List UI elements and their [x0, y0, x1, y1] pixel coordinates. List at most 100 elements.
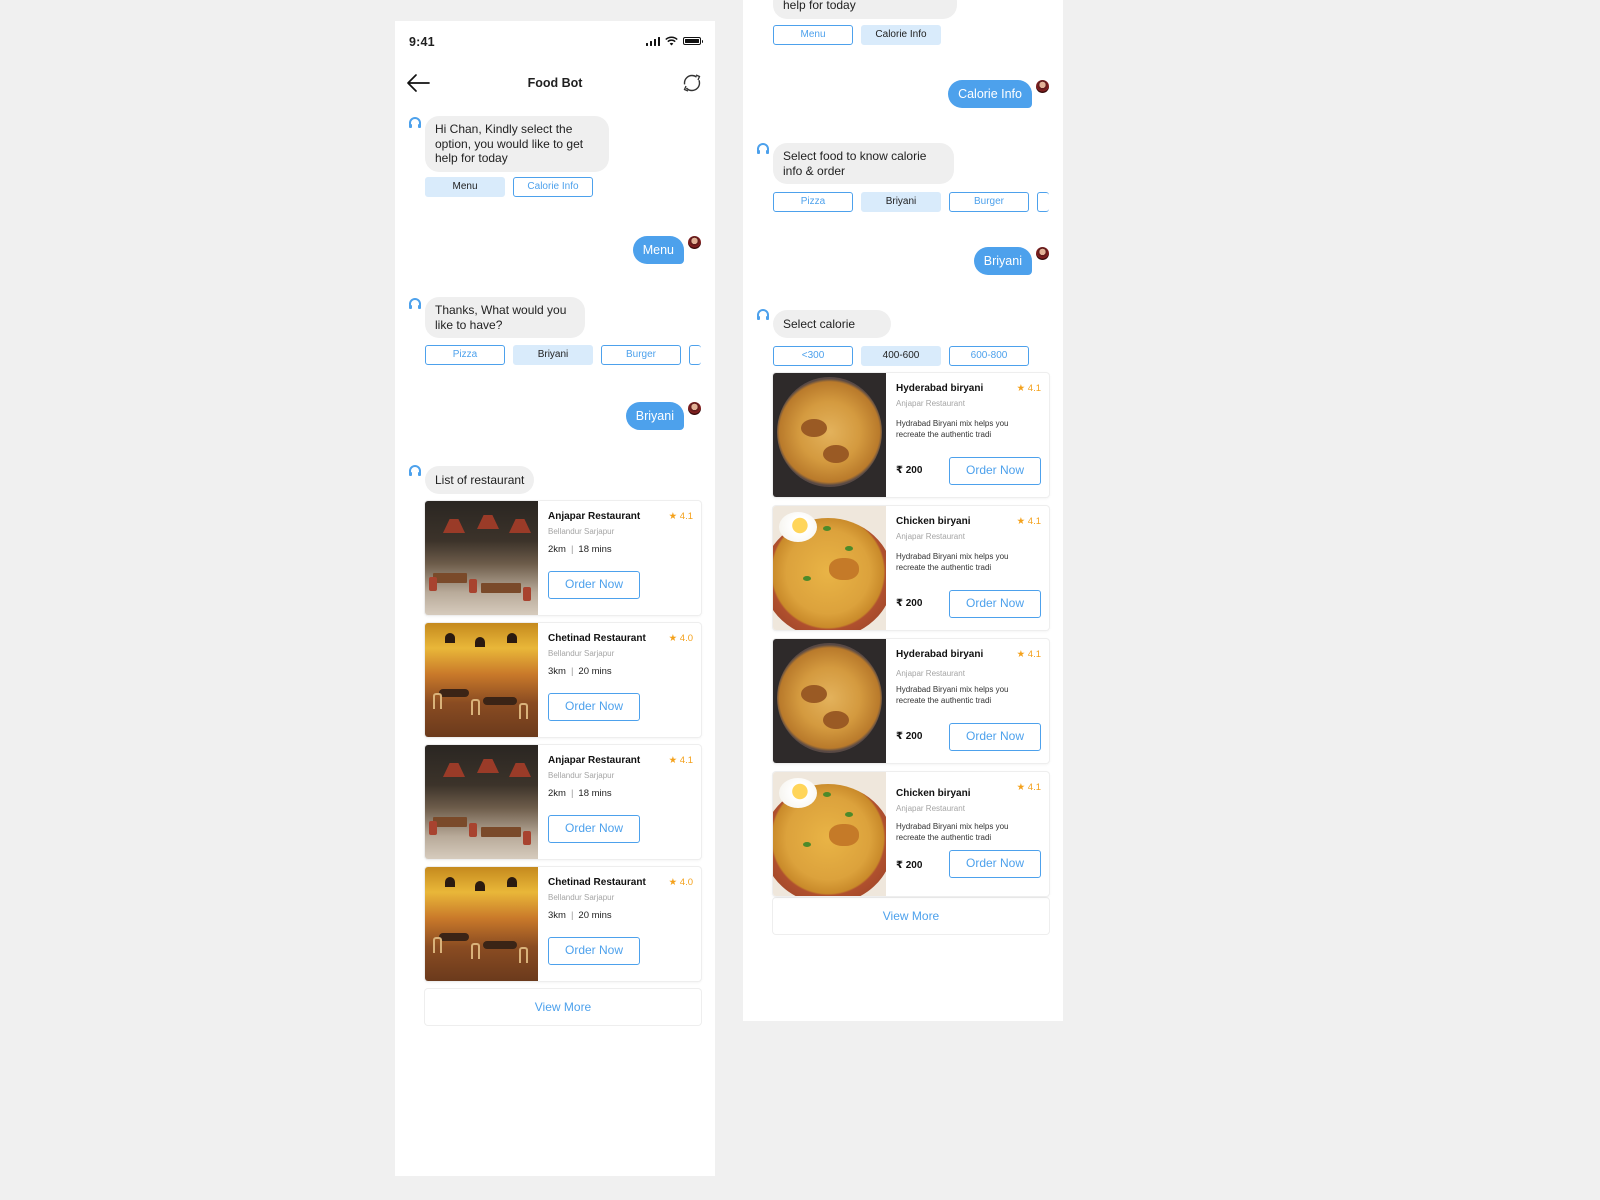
- restaurant-card[interactable]: Anjapar Restaurant ★ 4.1 Bellandur Sarja…: [425, 501, 701, 615]
- wifi-icon: [665, 36, 678, 46]
- user-avatar: [688, 236, 701, 249]
- chip-burger[interactable]: Burger: [949, 192, 1029, 212]
- restaurant-time: 18 mins: [578, 788, 612, 799]
- cellular-signal-icon: [645, 36, 660, 46]
- restaurant-name: Anjapar Restaurant: [548, 511, 641, 522]
- chip-more[interactable]: [1037, 192, 1049, 212]
- chat-screen-left: 9:41 Food Bot Hi Chan, Kindly select the…: [395, 21, 715, 1176]
- status-icons: [645, 36, 703, 46]
- order-now-button[interactable]: Order Now: [949, 723, 1041, 751]
- dish-name: Chicken biryani: [896, 516, 971, 527]
- user-avatar: [1036, 80, 1049, 93]
- bot-ask-bubble: Thanks, What would you like to have?: [425, 297, 585, 338]
- chip-menu[interactable]: Menu: [773, 25, 853, 45]
- chip-more[interactable]: [689, 345, 701, 365]
- restaurant-distance: 2km: [548, 788, 566, 799]
- bot-greeting-bubble-partial: help for today: [773, 0, 957, 19]
- dish-restaurant: Anjapar Restaurant: [896, 669, 965, 678]
- dish-card[interactable]: Chicken biryani ★ 4.1 Anjapar Restaurant…: [773, 506, 1049, 630]
- restaurant-photo: [425, 623, 538, 737]
- food-options: Pizza Briyani Burger: [773, 192, 1049, 212]
- chip-calorie-400-600[interactable]: 400-600: [861, 346, 941, 366]
- dish-name: Hyderabad biryani: [896, 383, 984, 394]
- restaurant-meta: 3km | 20 mins: [548, 910, 612, 921]
- view-more-button[interactable]: View More: [773, 898, 1049, 934]
- chip-briyani[interactable]: Briyani: [513, 345, 593, 365]
- bot-headset-icon: [409, 465, 421, 476]
- order-now-button[interactable]: Order Now: [548, 937, 640, 965]
- chip-briyani[interactable]: Briyani: [861, 192, 941, 212]
- bot-headset-icon: [757, 309, 769, 320]
- chip-calorie-600-800[interactable]: 600-800: [949, 346, 1029, 366]
- dish-rating: ★ 4.1: [1016, 383, 1041, 394]
- restaurant-photo: [425, 501, 538, 615]
- order-now-button[interactable]: Order Now: [949, 590, 1041, 618]
- user-avatar: [688, 402, 701, 415]
- dish-description: Hydrabad Biryani mix helps you recreate …: [896, 419, 1009, 439]
- chip-calorie-under-300[interactable]: <300: [773, 346, 853, 366]
- bot-greeting-bubble: Hi Chan, Kindly select the option, you w…: [425, 116, 609, 172]
- dish-price: ₹ 200: [896, 860, 923, 871]
- dish-card[interactable]: Hyderabad biryani ★ 4.1 Anjapar Restaura…: [773, 373, 1049, 497]
- chip-pizza[interactable]: Pizza: [773, 192, 853, 212]
- bot-headset-icon: [409, 117, 421, 128]
- chip-pizza[interactable]: Pizza: [425, 345, 505, 365]
- chat-screen-right: help for today Menu Calorie Info Calorie…: [743, 0, 1063, 1021]
- restaurant-time: 18 mins: [578, 544, 612, 555]
- chip-calorie-info[interactable]: Calorie Info: [861, 25, 941, 45]
- restaurant-time: 20 mins: [578, 666, 612, 677]
- dish-restaurant: Anjapar Restaurant: [896, 399, 965, 408]
- chip-calorie-info[interactable]: Calorie Info: [513, 177, 593, 197]
- restaurant-location: Bellandur Sarjapur: [548, 771, 615, 780]
- restaurant-card[interactable]: Anjapar Restaurant ★ 4.1 Bellandur Sarja…: [425, 745, 701, 859]
- order-now-button[interactable]: Order Now: [548, 693, 640, 721]
- order-now-button[interactable]: Order Now: [949, 850, 1041, 878]
- chip-burger[interactable]: Burger: [601, 345, 681, 365]
- restaurant-time: 20 mins: [578, 910, 612, 921]
- chip-menu[interactable]: Menu: [425, 177, 505, 197]
- food-options: Pizza Briyani Burger: [425, 345, 701, 365]
- dish-price: ₹ 200: [896, 598, 923, 609]
- order-now-button[interactable]: Order Now: [548, 815, 640, 843]
- restaurant-location: Bellandur Sarjapur: [548, 527, 615, 536]
- restaurant-list: Anjapar Restaurant ★ 4.1 Bellandur Sarja…: [425, 501, 701, 1025]
- dish-description: Hydrabad Biryani mix helps you recreate …: [896, 552, 1009, 572]
- view-more-button[interactable]: View More: [425, 989, 701, 1025]
- dish-description: Hydrabad Biryani mix helps you recreate …: [896, 685, 1009, 705]
- dish-photo: [773, 772, 886, 896]
- calorie-options: <300 400-600 600-800: [773, 346, 1029, 366]
- restaurant-name: Chetinad Restaurant: [548, 877, 646, 888]
- dish-restaurant: Anjapar Restaurant: [896, 804, 965, 813]
- restaurant-distance: 3km: [548, 910, 566, 921]
- order-now-button[interactable]: Order Now: [548, 571, 640, 599]
- restaurant-meta: 2km | 18 mins: [548, 544, 612, 555]
- user-message-calorie-info: Calorie Info: [948, 80, 1032, 108]
- restaurant-distance: 3km: [548, 666, 566, 677]
- user-message-briyani: Briyani: [625, 402, 684, 430]
- dish-photo: [773, 373, 886, 497]
- restaurant-photo: [425, 867, 538, 981]
- dish-rating: ★ 4.1: [1016, 649, 1041, 660]
- dish-card[interactable]: Hyderabad biryani ★ 4.1 Anjapar Restaura…: [773, 639, 1049, 763]
- bot-headset-icon: [757, 143, 769, 154]
- battery-icon: [683, 37, 703, 45]
- dish-card[interactable]: Chicken biryani ★ 4.1 Anjapar Restaurant…: [773, 772, 1049, 896]
- restaurant-card[interactable]: Chetinad Restaurant ★ 4.0 Bellandur Sarj…: [425, 867, 701, 981]
- dish-description: Hydrabad Biryani mix helps you recreate …: [896, 822, 1009, 842]
- restaurant-rating: ★ 4.1: [668, 755, 693, 766]
- restaurant-meta: 3km | 20 mins: [548, 666, 612, 677]
- dish-name: Chicken biryani: [896, 788, 971, 799]
- bot-headset-icon: [409, 298, 421, 309]
- dish-name: Hyderabad biryani: [896, 649, 984, 660]
- restaurant-location: Bellandur Sarjapur: [548, 893, 615, 902]
- restaurant-card[interactable]: Chetinad Restaurant ★ 4.0 Bellandur Sarj…: [425, 623, 701, 737]
- dish-rating: ★ 4.1: [1016, 782, 1041, 793]
- restaurant-name: Chetinad Restaurant: [548, 633, 646, 644]
- dish-price: ₹ 200: [896, 465, 923, 476]
- dish-photo: [773, 506, 886, 630]
- restaurant-photo: [425, 745, 538, 859]
- restaurant-rating: ★ 4.1: [668, 511, 693, 522]
- dish-restaurant: Anjapar Restaurant: [896, 532, 965, 541]
- refresh-icon[interactable]: [681, 72, 703, 94]
- order-now-button[interactable]: Order Now: [949, 457, 1041, 485]
